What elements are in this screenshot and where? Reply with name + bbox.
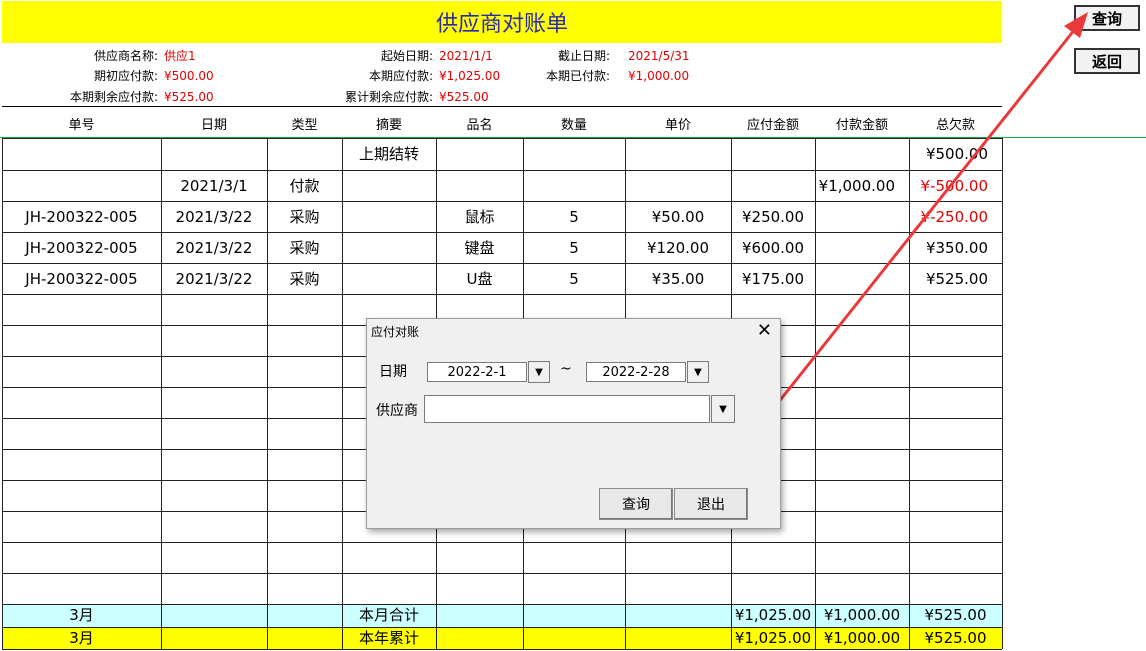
- supplier-dropdown-icon[interactable]: ▼: [711, 395, 735, 423]
- date-label: 日期: [379, 364, 407, 380]
- date-to-field[interactable]: 2022-2-28: [586, 362, 686, 382]
- supplier-field-label: 供应商: [376, 403, 418, 419]
- date-to-dropdown-icon[interactable]: ▼: [687, 361, 709, 383]
- supplier-select[interactable]: [424, 395, 710, 423]
- dialog-query-button[interactable]: 查询: [599, 488, 673, 520]
- dialog-title: 应付对账: [371, 325, 420, 339]
- date-range-separator: ~: [560, 361, 572, 377]
- close-icon[interactable]: ✕: [757, 320, 772, 341]
- payable-reconcile-dialog: 应付对账 ✕ 日期 2022-2-1 ▼ ~ 2022-2-28 ▼ 供应商 ▼…: [366, 318, 781, 529]
- dialog-exit-button[interactable]: 退出: [674, 488, 748, 520]
- date-from-dropdown-icon[interactable]: ▼: [528, 361, 550, 383]
- date-from-field[interactable]: 2022-2-1: [427, 362, 527, 382]
